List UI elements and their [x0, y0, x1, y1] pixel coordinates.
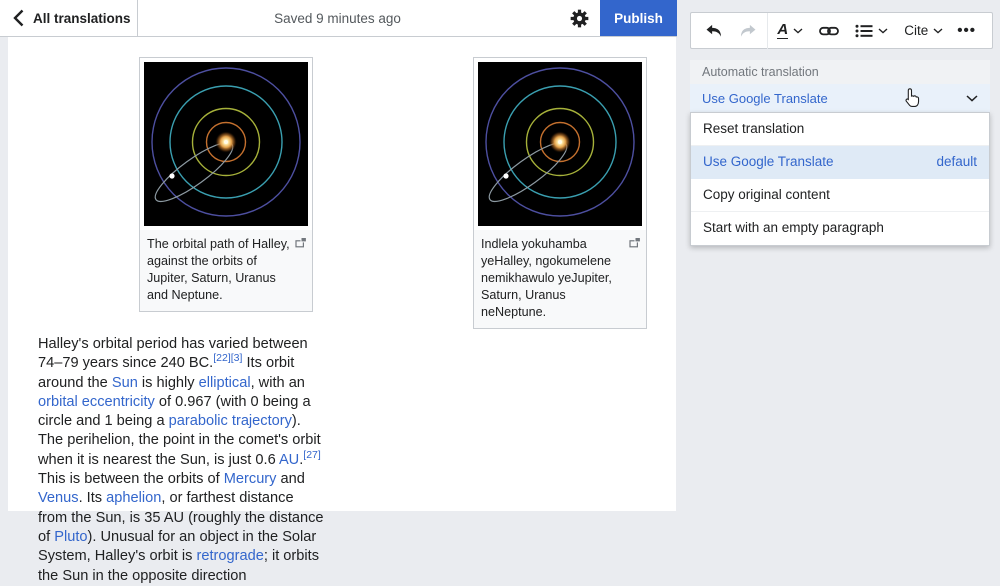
chevron-down-icon [793, 28, 803, 34]
solar-orbits-image [478, 62, 642, 226]
menu-item-copy-original-content[interactable]: Copy original content [691, 179, 989, 212]
translation-column: Indlela yokuhamba yeHalley, ngokumelene … [360, 37, 656, 329]
back-to-all-translations[interactable]: All translations [0, 0, 138, 36]
link-icon [819, 24, 839, 38]
translation-figure[interactable]: Indlela yokuhamba yeHalley, ngokumelene … [473, 57, 647, 329]
text-style-button[interactable]: A [769, 13, 811, 48]
link-button[interactable] [811, 13, 847, 48]
publish-button[interactable]: Publish [600, 0, 677, 36]
chevron-down-icon [878, 28, 888, 34]
cite-button[interactable]: Cite [896, 13, 951, 48]
list-structure-button[interactable] [847, 13, 896, 48]
expand-icon[interactable] [295, 237, 307, 248]
back-label: All translations [33, 11, 131, 26]
chevron-down-icon [966, 95, 978, 102]
undo-icon [705, 24, 723, 38]
source-paragraph[interactable]: Halley's orbital period has varied betwe… [38, 335, 326, 586]
chevron-down-icon [933, 28, 943, 34]
redo-icon [739, 24, 757, 38]
text-style-icon: A [777, 22, 788, 39]
source-column: The orbital path of Halley, against the … [30, 37, 326, 586]
top-header: All translations Saved 9 minutes ago Pub… [0, 0, 677, 37]
undo-button[interactable] [697, 13, 731, 48]
editing-toolbar: A Cite ••• [690, 12, 993, 49]
default-badge: default [936, 146, 977, 179]
more-options-button[interactable]: ••• [951, 21, 982, 40]
source-figure-caption: The orbital path of Halley, against the … [140, 230, 312, 311]
translation-tools-card: Automatic translation Use Google Transla… [690, 60, 990, 112]
save-status: Saved 9 minutes ago [138, 11, 537, 26]
source-figure[interactable]: The orbital path of Halley, against the … [139, 57, 313, 312]
solar-orbits-image [144, 62, 308, 226]
bullet-list-icon [855, 24, 873, 38]
menu-item-reset-translation[interactable]: Reset translation [691, 113, 989, 146]
translation-provider-dropdown[interactable]: Use Google Translate [690, 84, 990, 112]
gear-icon [570, 9, 589, 28]
automatic-translation-header: Automatic translation [690, 60, 990, 84]
menu-item-use-google-translate[interactable]: Use Google Translate default [691, 146, 989, 179]
translation-provider-menu: Reset translation Use Google Translate d… [690, 112, 990, 246]
expand-icon[interactable] [629, 237, 641, 248]
menu-item-start-empty-paragraph[interactable]: Start with an empty paragraph [691, 212, 989, 245]
source-figure-frame [140, 58, 312, 230]
translation-figure-frame [474, 58, 646, 230]
editor-surface: The orbital path of Halley, against the … [8, 37, 676, 511]
redo-button[interactable] [731, 13, 765, 48]
settings-button[interactable] [558, 0, 600, 36]
translation-figure-caption: Indlela yokuhamba yeHalley, ngokumelene … [474, 230, 646, 328]
chevron-left-icon [13, 9, 24, 27]
hand-cursor-icon [902, 88, 921, 109]
